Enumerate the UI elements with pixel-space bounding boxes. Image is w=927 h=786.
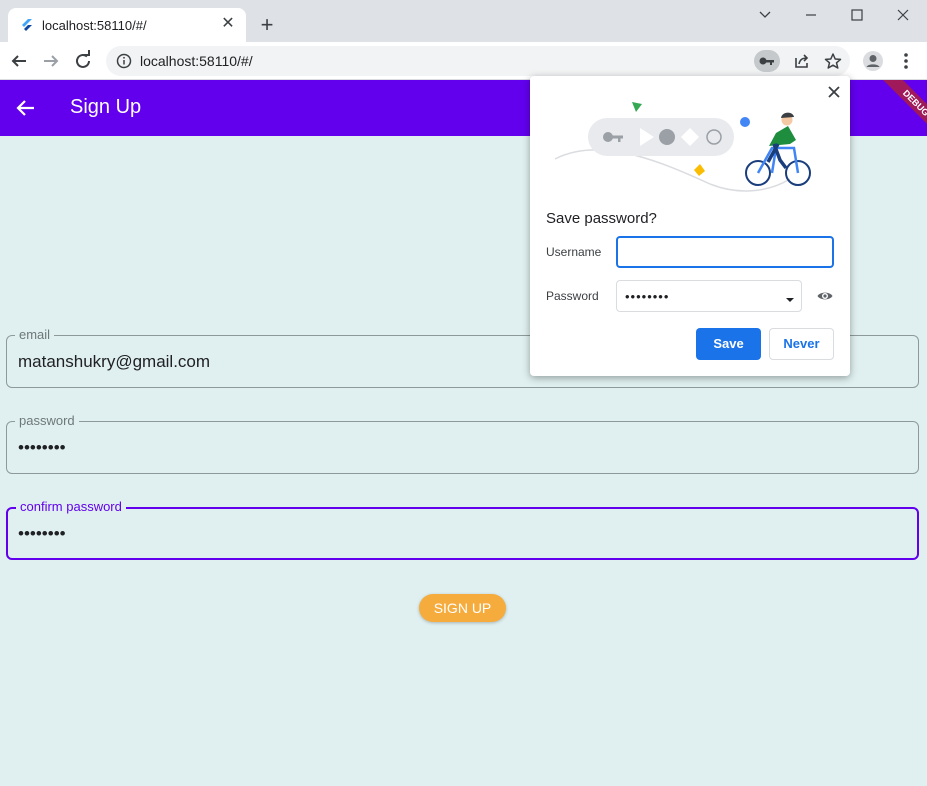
password-select-value: •••••••• (625, 289, 670, 304)
tab-title: localhost:58110/#/ (42, 18, 147, 33)
popup-title: Save password? (546, 210, 657, 227)
debug-label: DEBUG (879, 80, 927, 140)
star-icon[interactable] (820, 50, 846, 72)
forward-arrow-icon[interactable] (38, 48, 64, 74)
share-icon[interactable] (788, 50, 814, 72)
browser-tab[interactable]: localhost:58110/#/ ✕ (8, 8, 246, 42)
window-close-icon[interactable] (880, 2, 926, 30)
kebab-menu-icon[interactable] (893, 48, 919, 74)
browser-toolbar: localhost:58110/#/ (0, 42, 927, 80)
key-icon[interactable] (754, 50, 780, 72)
sign-up-button[interactable]: SIGN UP (419, 594, 506, 622)
username-input[interactable] (616, 236, 834, 268)
close-icon[interactable] (826, 84, 842, 100)
password-value: •••••••• (18, 438, 66, 457)
never-button[interactable]: Never (769, 328, 834, 360)
tab-strip: localhost:58110/#/ ✕ + (0, 0, 927, 42)
password-select[interactable]: •••••••• (616, 280, 802, 312)
back-arrow-icon[interactable] (14, 96, 38, 120)
debug-banner: DEBUG (867, 80, 927, 140)
email-value: matanshukry@gmail.com (18, 352, 211, 371)
flutter-icon (20, 18, 34, 32)
tab-close-icon[interactable]: ✕ (218, 14, 238, 34)
new-tab-icon[interactable]: + (256, 14, 278, 36)
address-bar[interactable]: localhost:58110/#/ (106, 46, 850, 76)
reload-icon[interactable] (70, 48, 96, 74)
maximize-icon[interactable] (834, 2, 880, 30)
password-field[interactable]: password •••••••• (6, 413, 919, 474)
password-label: password (15, 413, 79, 428)
confirm-password-field[interactable]: confirm password •••••••• (6, 499, 919, 560)
password-label: Password (546, 289, 599, 303)
page-title: Sign Up (70, 96, 142, 118)
username-label: Username (546, 245, 602, 259)
dropdown-arrow-icon (785, 292, 795, 302)
info-icon[interactable] (116, 53, 132, 69)
avatar-icon[interactable] (860, 48, 886, 74)
minimize-icon[interactable] (788, 2, 834, 30)
back-arrow-icon[interactable] (6, 48, 32, 74)
confirm-password-value: •••••••• (18, 524, 66, 543)
email-label: email (15, 327, 55, 342)
confirm-password-label: confirm password (16, 499, 126, 514)
save-button[interactable]: Save (696, 328, 761, 360)
chevron-down-icon[interactable] (742, 2, 788, 30)
save-password-popup: Save password? Username Password •••••••… (530, 76, 850, 376)
password-illustration (550, 86, 820, 196)
eye-icon[interactable] (816, 287, 834, 305)
url-text: localhost:58110/#/ (140, 53, 253, 69)
